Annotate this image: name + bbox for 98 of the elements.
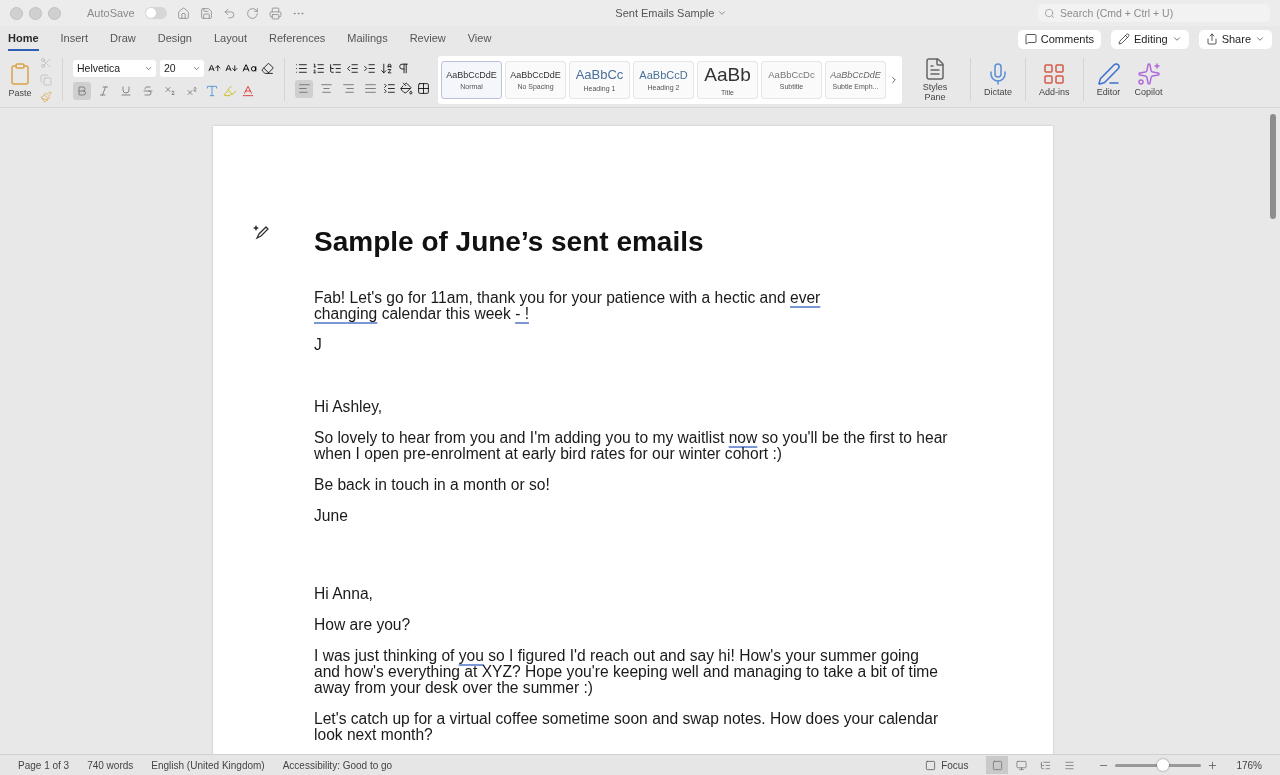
clipboard-icon[interactable] — [8, 61, 32, 86]
search-icon — [1044, 7, 1055, 19]
print-view-button[interactable] — [986, 756, 1009, 774]
status-item: English (United Kingdom) — [151, 759, 265, 771]
close-control[interactable] — [10, 6, 23, 20]
document-paragraph: So lovely to hear from you and I'm adding you to my waitlist now so you'll be the first to hear when I open pre-enrolment at early bird rates for our winter cohort :) — [314, 430, 949, 462]
caret-icon — [1171, 34, 1182, 44]
zoom-control[interactable] — [48, 6, 61, 20]
sparkle-icon — [1136, 61, 1161, 86]
bold-icon — [76, 84, 88, 97]
focus-button[interactable]: Focus — [925, 759, 969, 771]
ribbon-tab[interactable]: View — [467, 27, 492, 51]
align-center-icon — [319, 82, 333, 95]
focus-icon — [925, 759, 937, 771]
bullets-icon[interactable] — [295, 61, 308, 75]
pencil-icon — [1118, 33, 1130, 45]
bold-button[interactable] — [73, 81, 91, 100]
document-paragraph: J — [314, 337, 323, 353]
superscript-icon — [186, 84, 198, 97]
document-paragraph: Let's catch up for a virtual coffee sometime soon and swap notes. How does your calendar look next month? — [314, 711, 940, 743]
document-paragraph: I was just thinking of you so I figured I'd reach out and say hi! How's your summer going and how's everything at XYZ? Hope you're keeping well and managing to take a bit of time away from your desk over the summer :) — [314, 648, 939, 696]
pilcrow-icon[interactable] — [397, 61, 410, 75]
speech-bubble-icon — [1024, 33, 1037, 45]
editor-button[interactable]: Editor — [1093, 61, 1124, 98]
align-justify-icon — [363, 82, 377, 95]
clear-format-icon[interactable] — [261, 61, 274, 75]
highlight-icon[interactable] — [223, 83, 237, 98]
undo-icon[interactable] — [222, 6, 236, 20]
editing-button[interactable]: Editing — [1111, 29, 1189, 49]
strike-icon — [142, 84, 154, 97]
autosave-label: AutoSave — [87, 7, 135, 19]
increase-indent-icon[interactable] — [363, 61, 376, 75]
styles-button[interactable]: Styles Pane — [910, 56, 960, 103]
borders-icon[interactable] — [417, 82, 430, 95]
copilot-button[interactable]: Copilot — [1131, 61, 1166, 98]
ribbon-tab[interactable]: Insert — [60, 27, 89, 51]
document-icon — [923, 56, 947, 81]
status-item: Page 1 of 3 — [18, 759, 70, 771]
grid-icon — [1042, 61, 1067, 86]
outline-icon — [1039, 759, 1051, 771]
more-styles-icon[interactable] — [889, 74, 899, 85]
dictate-button[interactable]: Dictate — [981, 61, 1015, 98]
multilevel-list-icon[interactable] — [329, 61, 342, 75]
print-icon[interactable] — [268, 6, 282, 20]
autosave-toggle[interactable] — [144, 7, 167, 19]
ribbon-tab[interactable]: Home — [8, 27, 39, 51]
decrease-indent-icon[interactable] — [346, 61, 359, 75]
monitor-icon — [1015, 759, 1027, 771]
scrollbar-thumb[interactable] — [1270, 114, 1276, 219]
copy-icon[interactable] — [40, 73, 52, 86]
zoom-thumb[interactable] — [1156, 758, 1169, 771]
paintbrush-icon[interactable] — [40, 90, 52, 103]
lines-icon — [1063, 759, 1075, 771]
paste-label[interactable]: Paste — [8, 87, 32, 98]
caret-icon — [717, 8, 728, 18]
home-icon[interactable] — [176, 6, 190, 20]
status-item: 740 words — [87, 759, 134, 771]
save-icon[interactable] — [199, 6, 213, 20]
document-paragraph: How are you? — [314, 617, 412, 633]
pen-icon — [1096, 61, 1121, 86]
cut-icon[interactable] — [40, 56, 52, 69]
status-item: Accessibility: Good to go — [282, 759, 393, 771]
page-icon — [991, 759, 1003, 771]
font-color-icon[interactable] — [241, 83, 255, 98]
document-paragraph: Hi Anna, — [314, 586, 374, 602]
document-heading: Sample of June’s sent emails — [314, 226, 705, 258]
ribbon-tab[interactable]: References — [269, 27, 326, 51]
comments-button[interactable]: Comments — [1017, 29, 1101, 49]
ribbon-tab[interactable]: Design — [157, 27, 192, 51]
document-paragraph: Fab! Let's go for 11am, thank you for your patience with a hectic and ever changing calendar this week - ! — [314, 290, 822, 322]
shading-icon[interactable] — [400, 82, 413, 95]
ribbon-tab[interactable]: Mailings — [347, 27, 388, 51]
ribbon-tab[interactable]: Draw — [110, 27, 136, 51]
minimize-control[interactable] — [29, 6, 42, 20]
share-icon — [1205, 33, 1218, 45]
zoom-in-icon[interactable] — [1207, 759, 1219, 771]
align-right-icon — [341, 82, 355, 95]
caret-icon — [1255, 34, 1265, 44]
redo-icon[interactable] — [245, 6, 259, 20]
document-paragraph: Hi Ashley, — [314, 399, 384, 415]
document-title[interactable]: Sent Emails Sample — [615, 7, 728, 19]
font-size-field[interactable]: 20 — [160, 59, 204, 77]
italic-icon — [98, 84, 110, 97]
ribbon-tab[interactable]: Layout — [214, 27, 248, 51]
sort-icon[interactable] — [380, 61, 393, 75]
line-spacing-icon[interactable] — [383, 82, 396, 95]
underline-icon — [120, 84, 132, 97]
text-effects-icon[interactable] — [205, 83, 219, 98]
subscript-icon — [164, 84, 176, 97]
numbering-icon[interactable] — [312, 61, 325, 75]
font-name-field[interactable]: Helvetica — [73, 59, 156, 77]
share-button[interactable]: Share — [1198, 29, 1272, 49]
addins-button[interactable]: Add-ins — [1036, 61, 1073, 98]
align-left-icon — [297, 82, 311, 95]
ribbon-tab[interactable]: Review — [409, 27, 446, 51]
document-paragraph: Be back in touch in a month or so! — [314, 477, 551, 493]
zoom-reading: 176% — [1236, 759, 1262, 771]
document-paragraph: June — [314, 508, 349, 524]
